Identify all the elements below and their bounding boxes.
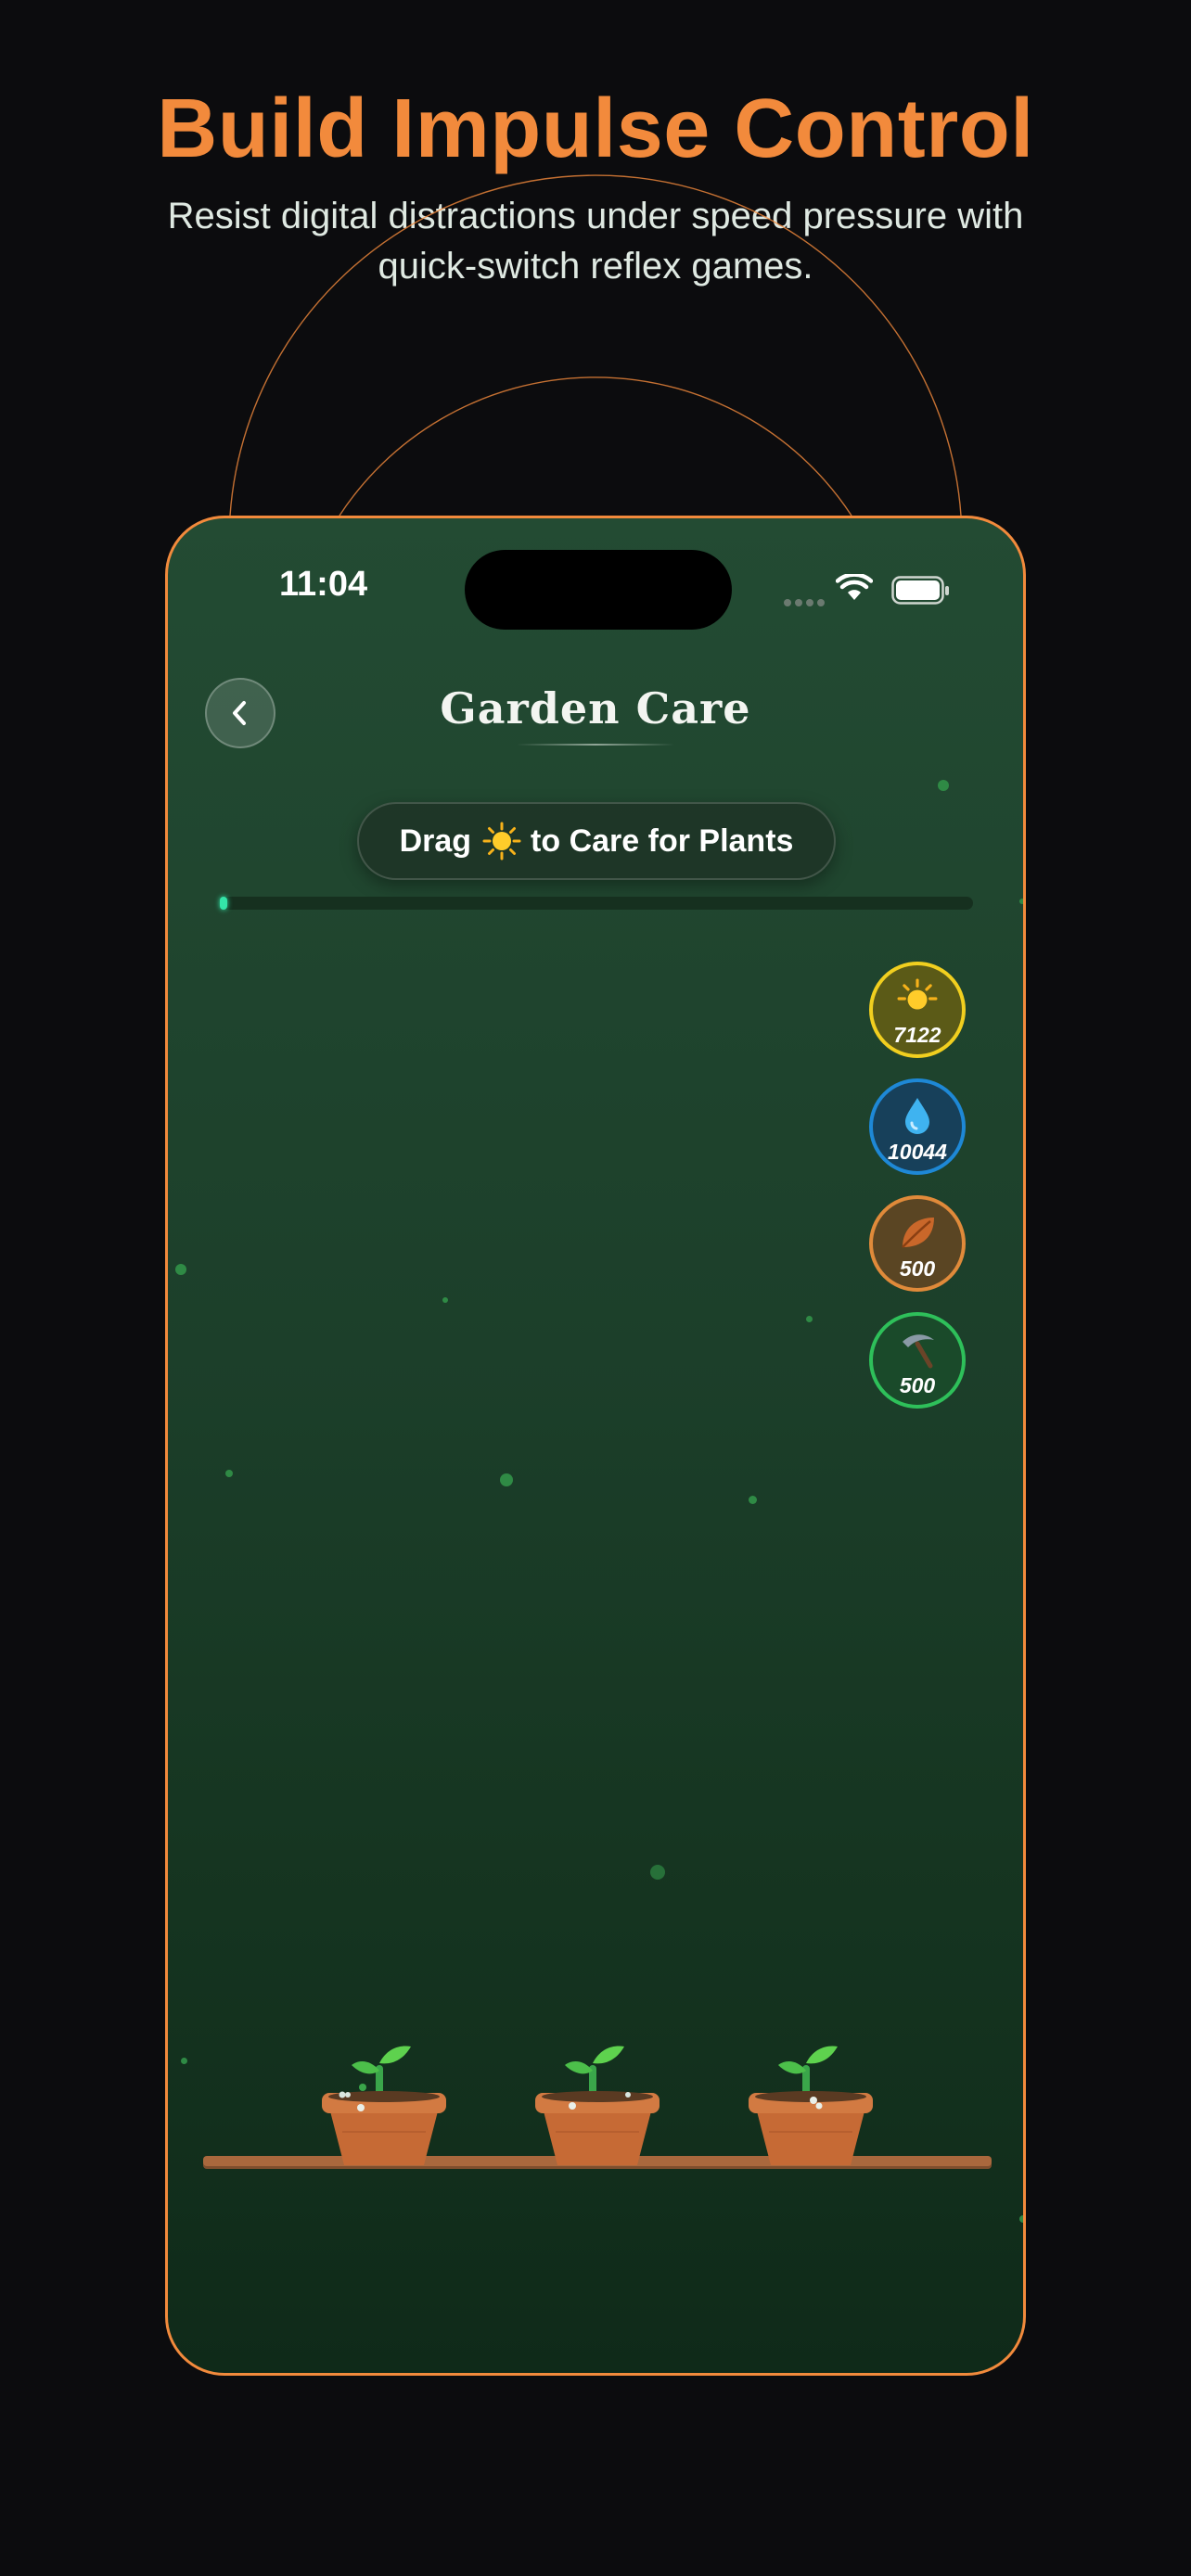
- sprout-icon: [778, 2046, 838, 2102]
- sun-icon: [482, 822, 521, 861]
- fertilizer-resource-button[interactable]: 500: [869, 1195, 966, 1292]
- wifi-icon: [836, 574, 873, 600]
- dynamic-island: [465, 550, 732, 630]
- sprout-icon: [565, 2046, 624, 2102]
- sun-resource-button[interactable]: 7122: [869, 962, 966, 1058]
- fertilizer-count: 500: [899, 1256, 936, 1281]
- instruction-prefix: Drag: [399, 823, 472, 859]
- ambient-particle: [181, 2058, 187, 2064]
- progress-fill: [220, 897, 228, 910]
- plant-pot-2[interactable]: [528, 2002, 667, 2169]
- progress-bar: [220, 897, 973, 910]
- ambient-particle: [938, 780, 949, 791]
- leaf-icon: [873, 1212, 962, 1261]
- phone-frame: 11:04 Garden Care Drag to Care for Plant…: [165, 516, 1026, 2376]
- water-count: 10044: [888, 1140, 947, 1164]
- water-resource-button[interactable]: 10044: [869, 1078, 966, 1175]
- status-time: 11:04: [279, 565, 368, 604]
- plant-pot-3[interactable]: [741, 2002, 880, 2169]
- ambient-particle: [1019, 2215, 1023, 2223]
- screen-title: Garden Care: [440, 683, 751, 733]
- instruction-banner: Drag to Care for Plants: [357, 802, 836, 880]
- water-drop-icon: [873, 1095, 962, 1144]
- tool-resource-button[interactable]: 500: [869, 1312, 966, 1409]
- ambient-particle: [806, 1316, 813, 1322]
- sun-icon: [873, 978, 962, 1027]
- plant-pot-1[interactable]: [314, 2002, 454, 2169]
- cellular-signal-icon: [784, 594, 828, 611]
- ambient-particle: [175, 1264, 186, 1275]
- instruction-suffix: to Care for Plants: [531, 823, 794, 859]
- sprout-icon: [352, 2046, 411, 2102]
- title-divider: [517, 744, 674, 746]
- ambient-particle: [500, 1473, 513, 1486]
- battery-icon: [891, 576, 949, 605]
- ambient-particle: [749, 1496, 757, 1504]
- ambient-particle: [650, 1865, 665, 1880]
- pickaxe-icon: [873, 1329, 962, 1378]
- sun-count: 7122: [893, 1023, 941, 1047]
- ambient-particle: [442, 1297, 448, 1303]
- ambient-particle: [1019, 899, 1023, 904]
- ambient-particle: [225, 1470, 233, 1477]
- tool-count: 500: [899, 1373, 936, 1397]
- decorative-arcs: [229, 174, 962, 516]
